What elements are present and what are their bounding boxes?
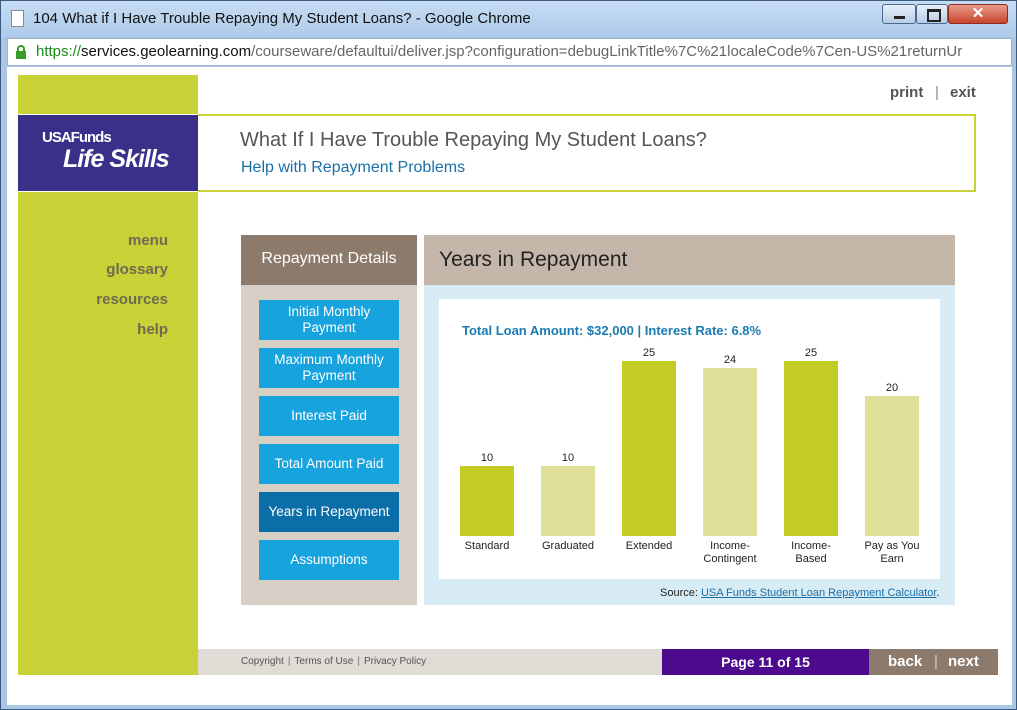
page-viewport: USAFunds Life Skills menu glossary resou… — [7, 67, 1012, 705]
chart-panel: Years in Repayment Total Loan Amount: $3… — [424, 235, 955, 605]
toplinks-separator: | — [935, 84, 939, 101]
sidebar-item-help[interactable]: help — [137, 321, 168, 338]
header-box — [198, 114, 976, 192]
url-path: /courseware/defaultui/deliver.jsp?config… — [251, 43, 963, 60]
bar-value-label: 10 — [481, 452, 493, 464]
source-suffix: . — [936, 587, 940, 599]
bar-value-label: 24 — [724, 354, 736, 366]
bar-pay-as-you-earn — [865, 396, 919, 536]
logo-brand: USAFunds — [42, 129, 112, 146]
chart-panel-header: Years in Repayment — [424, 235, 955, 285]
repayment-details-title: Repayment Details — [261, 250, 397, 267]
address-bar[interactable]: https://services.geolearning.com/coursew… — [7, 38, 1012, 66]
window-title: 104 What if I Have Trouble Repaying My S… — [33, 10, 531, 27]
category-label: Pay as You — [864, 540, 919, 552]
lock-icon — [16, 45, 26, 59]
footer-separator: | — [287, 656, 291, 667]
category-label: Extended — [626, 540, 672, 552]
footer-bar: Copyright | Terms of Use | Privacy Policy Pa… — [198, 649, 998, 675]
category-label: Contingent — [703, 553, 756, 565]
chart-source: Source: USA Funds Student Loan Repayment… — [660, 587, 939, 599]
chart-panel-title: Years in Repayment — [439, 248, 628, 271]
bar-value-label: 20 — [886, 382, 898, 394]
copyright-link[interactable]: Copyright — [241, 656, 284, 667]
maximum-monthly-payment-button[interactable]: Maximum Monthly Payment — [259, 348, 399, 388]
back-button[interactable]: back — [888, 653, 922, 670]
privacy-policy-link[interactable]: Privacy Policy — [364, 656, 426, 667]
bar-chart: 10 Standard 10 Graduated 25 Extended 24 Income-… — [460, 347, 920, 565]
sidebar-item-resources[interactable]: resources — [96, 291, 168, 308]
source-prefix: Source: — [660, 587, 701, 599]
category-label: Income- — [791, 540, 831, 552]
footer-separator: | — [357, 656, 360, 667]
footer-links: Copyright | Terms of Use | Privacy Policy — [241, 656, 426, 667]
category-label: Earn — [880, 553, 903, 565]
exit-link[interactable]: exit — [950, 84, 976, 101]
repayment-details-panel: Repayment Details Initial Monthly Paymen… — [241, 235, 417, 605]
maximize-button[interactable] — [916, 4, 948, 24]
maximize-icon — [927, 9, 941, 22]
bar-income-contingent — [703, 368, 757, 536]
initial-monthly-payment-button[interactable]: Initial Monthly Payment — [259, 300, 399, 340]
bar-graduated — [541, 466, 595, 536]
logo-product: Life Skills — [63, 145, 170, 173]
page-title: What If I Have Trouble Repaying My Stude… — [240, 129, 707, 151]
category-label: Graduated — [542, 540, 594, 552]
page-nav-separator: | — [934, 653, 938, 670]
bar-extended — [622, 361, 676, 536]
browser-window: 104 What if I Have Trouble Repaying My S… — [0, 0, 1017, 710]
page-icon — [11, 10, 24, 27]
page-subtitle: Help with Repayment Problems — [241, 159, 466, 176]
sidebar-item-glossary[interactable]: glossary — [106, 261, 168, 278]
url-scheme: https:// — [36, 43, 82, 60]
close-icon: ✕ — [971, 5, 985, 22]
category-label: Income- — [710, 540, 750, 552]
assumptions-button[interactable]: Assumptions — [259, 540, 399, 580]
category-label: Based — [795, 553, 826, 565]
page-nav: back | next — [869, 649, 998, 675]
minimize-button[interactable] — [882, 4, 916, 24]
repayment-details-header: Repayment Details — [241, 235, 417, 285]
source-link[interactable]: USA Funds Student Loan Repayment Calcula… — [701, 587, 936, 599]
print-link[interactable]: print — [890, 84, 923, 101]
close-button[interactable]: ✕ — [948, 4, 1008, 24]
next-button[interactable]: next — [948, 653, 979, 670]
category-label: Standard — [465, 540, 510, 552]
bar-value-label: 25 — [643, 347, 655, 359]
bar-income-based — [784, 361, 838, 536]
total-amount-paid-button[interactable]: Total Amount Paid — [259, 444, 399, 484]
terms-of-use-link[interactable]: Terms of Use — [294, 656, 353, 667]
minimize-icon — [894, 16, 905, 19]
chart-area: Total Loan Amount: $32,000 | Interest Ra… — [439, 299, 940, 579]
bar-value-label: 10 — [562, 452, 574, 464]
page-indicator: Page 11 of 15 — [662, 649, 869, 675]
years-in-repayment-button[interactable]: Years in Repayment — [259, 492, 399, 532]
usafunds-logo: USAFunds Life Skills — [18, 114, 198, 192]
url-text[interactable]: https://services.geolearning.com/coursew… — [36, 43, 962, 60]
title-bar: 104 What if I Have Trouble Repaying My S… — [1, 1, 1016, 37]
interest-paid-button[interactable]: Interest Paid — [259, 396, 399, 436]
bar-standard — [460, 466, 514, 536]
sidebar-item-menu[interactable]: menu — [128, 232, 168, 249]
bar-value-label: 25 — [805, 347, 817, 359]
url-host: services.geolearning.com — [81, 43, 252, 60]
